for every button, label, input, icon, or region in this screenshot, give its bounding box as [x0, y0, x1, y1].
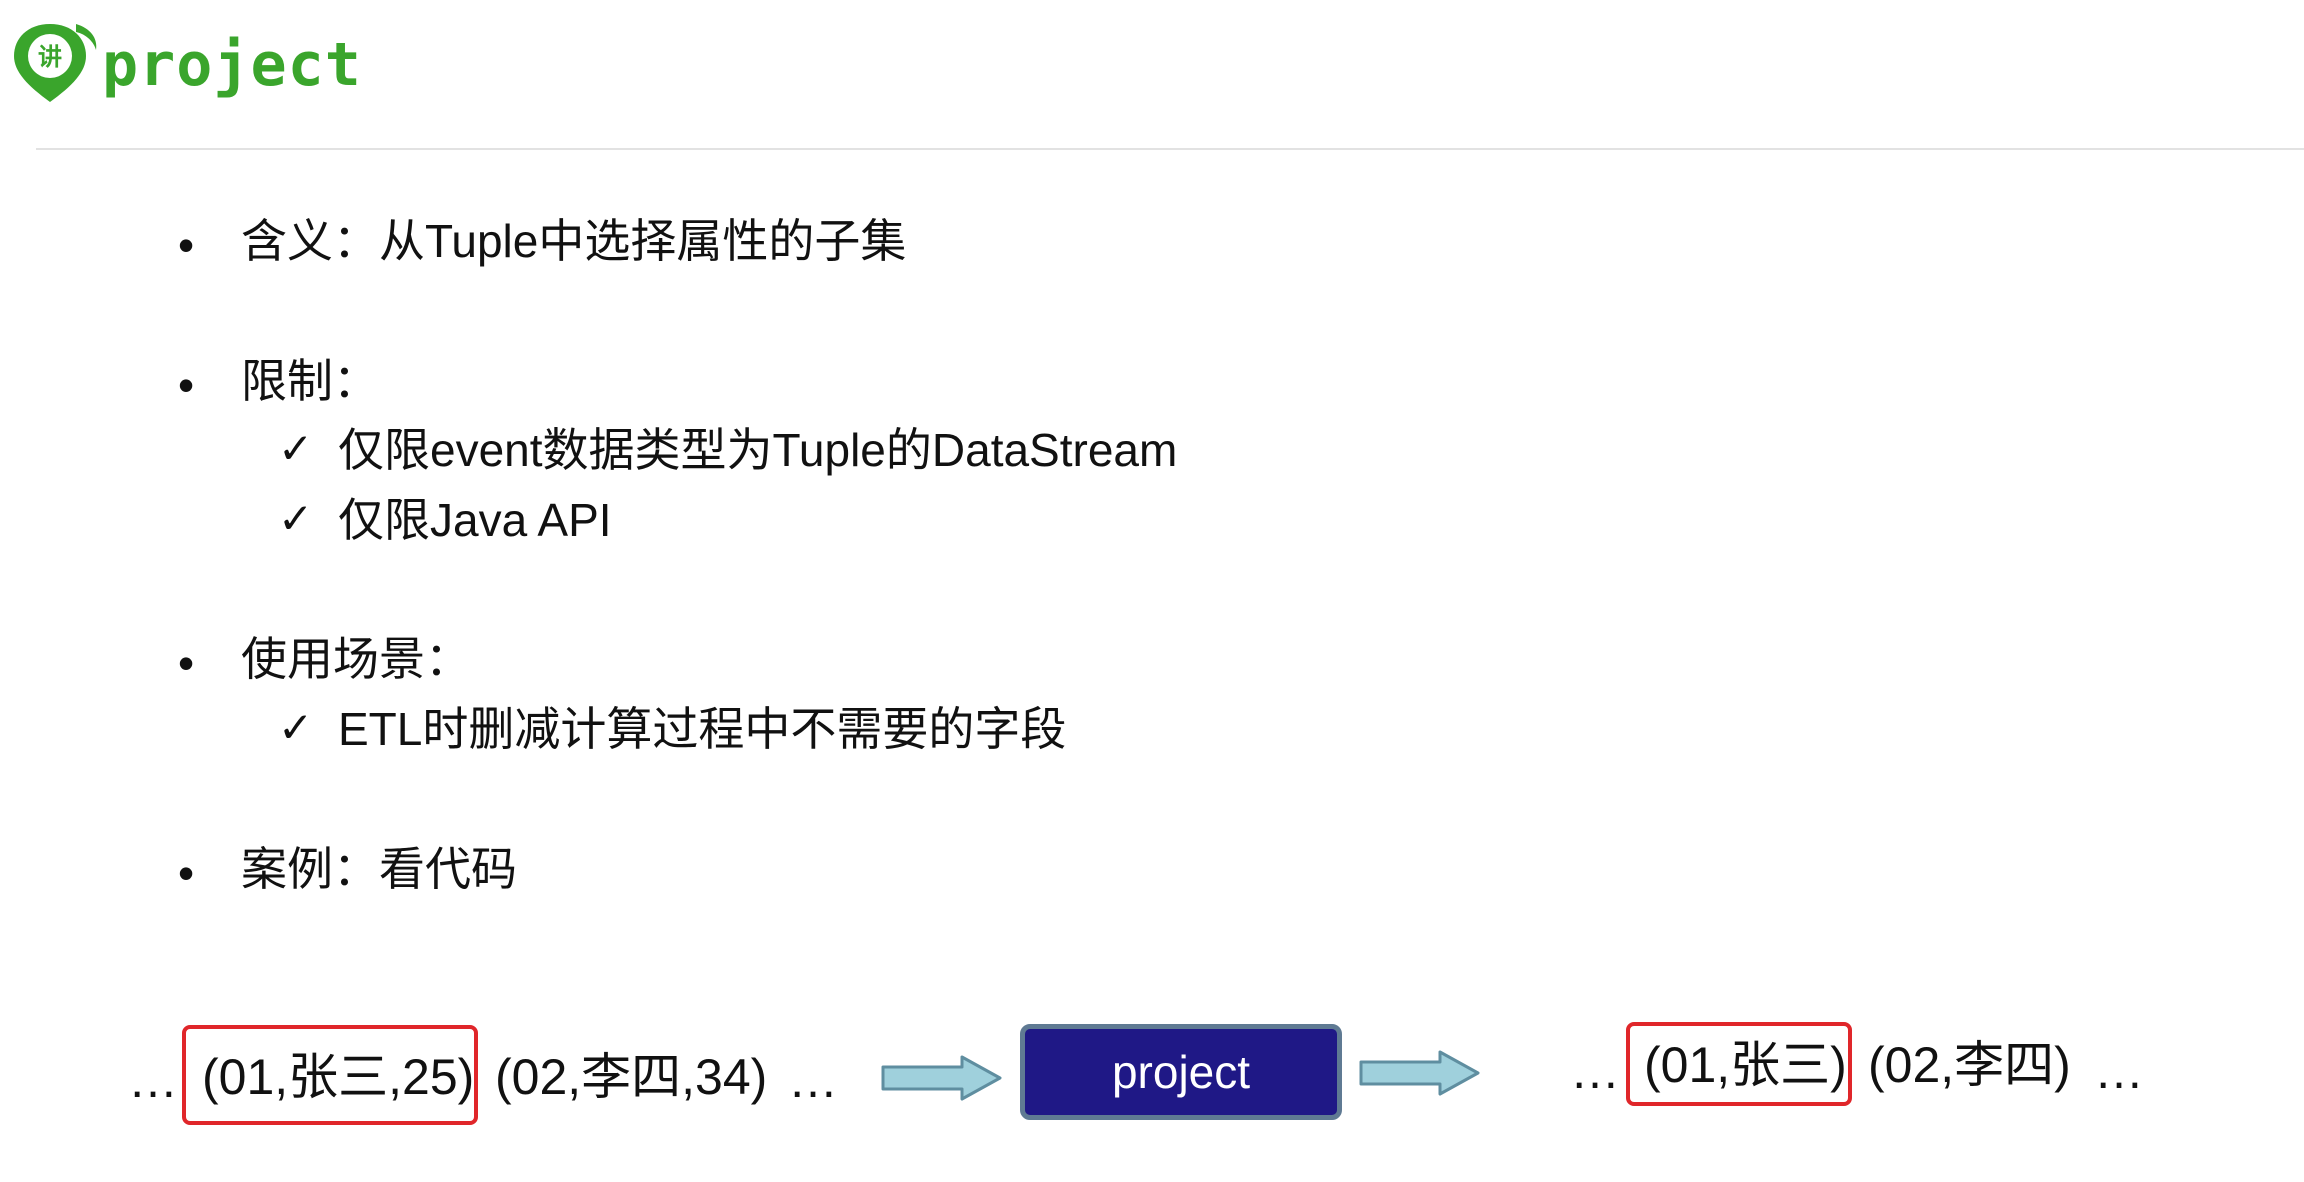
check-icon: ✓ — [278, 703, 314, 752]
project-operator-box: project — [1020, 1024, 1342, 1120]
input-ellipsis-right: … — [788, 1052, 838, 1108]
right-arrow-icon — [881, 1055, 1002, 1101]
bullet-use-cases: 使用场景： — [241, 633, 471, 685]
bullet-example: 案例：看代码 — [241, 843, 517, 895]
project-operator-label: project — [1111, 1046, 1251, 1098]
logo-icon: 讲 — [14, 24, 97, 102]
header-divider — [36, 148, 2304, 150]
logo-char: 讲 — [38, 43, 62, 71]
check-icon: ✓ — [278, 494, 314, 543]
output-ellipsis-right: … — [2094, 1043, 2144, 1099]
use-case-etl: ETL时删减计算过程中不需要的字段 — [338, 703, 1067, 755]
restriction-tuple: 仅限event数据类型为Tuple的DataStream — [338, 424, 1178, 476]
right-arrow-icon — [1359, 1050, 1480, 1096]
bullet-marker: • — [178, 359, 195, 411]
bullet-marker: • — [178, 637, 195, 689]
restriction-java: 仅限Java API — [338, 494, 612, 546]
input-tuple-rest: (02,李四,34) — [495, 1049, 768, 1105]
output-tuple-highlighted: (01,张三) — [1644, 1037, 1847, 1093]
input-ellipsis-left: … — [128, 1052, 178, 1108]
input-tuple-highlighted: (01,张三,25) — [202, 1049, 475, 1105]
bullet-meaning: 含义：从Tuple中选择属性的子集 — [241, 215, 907, 267]
check-icon: ✓ — [278, 424, 314, 473]
output-ellipsis-left: … — [1570, 1043, 1620, 1099]
page-title: project — [102, 30, 362, 100]
bullet-restrictions: 限制： — [241, 355, 379, 407]
output-tuple-rest: (02,李四) — [1868, 1037, 2071, 1093]
bullet-marker: • — [178, 847, 195, 899]
bullet-marker: • — [178, 219, 195, 271]
